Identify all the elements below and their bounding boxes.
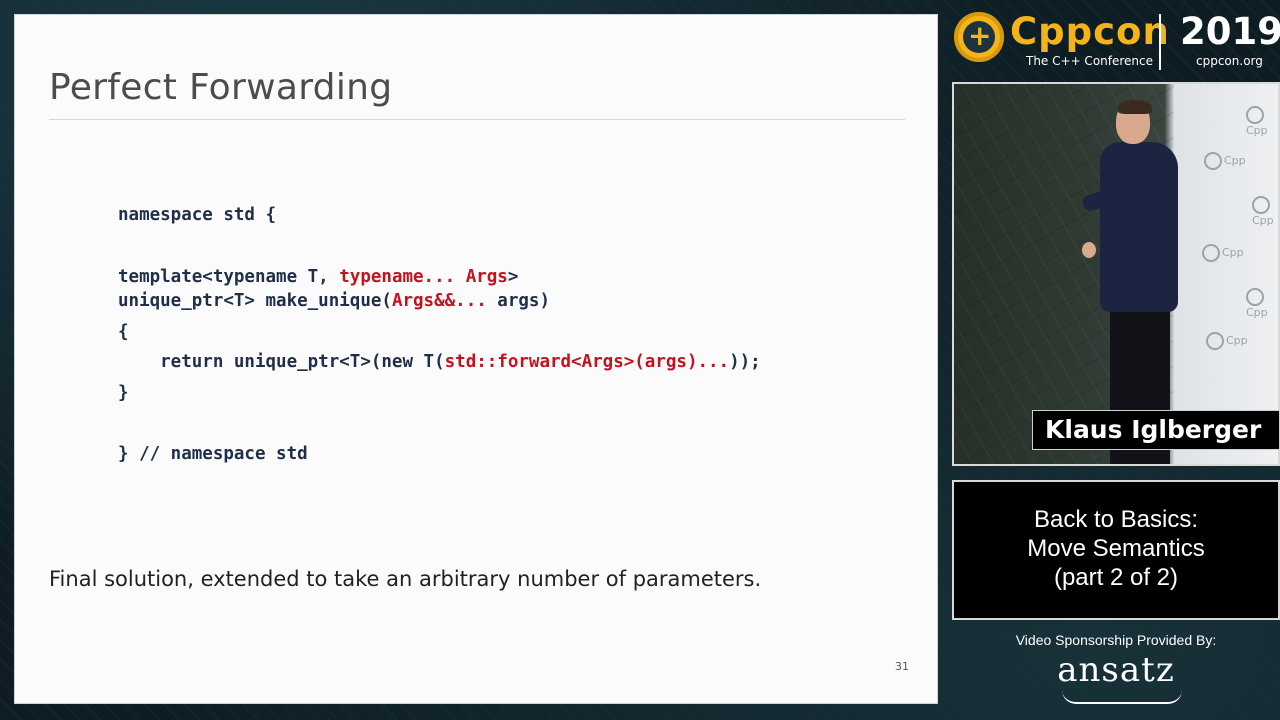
slide-caption: Final solution, extended to take an arbi… — [49, 567, 762, 591]
talk-title-line: Back to Basics: — [1033, 506, 1199, 533]
title-divider — [49, 119, 905, 120]
speaker-video: Cpp Cpp Cpp Cpp Cpp Cpp — [952, 82, 1280, 466]
code-text: )); — [729, 352, 761, 372]
code-text: template<typename T, — [118, 267, 340, 287]
code-highlight: std::forward<Args>(args)... — [444, 352, 730, 372]
conference-logo: + Cppcon The C++ Conference 2019 cppcon.… — [952, 8, 1280, 76]
code-text: namespace std { — [118, 205, 277, 225]
talk-title-line: Move Semantics — [1027, 535, 1205, 562]
code-line: namespace std { — [118, 205, 276, 225]
code-line: template<typename T, typename... Args> — [118, 267, 518, 287]
sponsor-swoosh-icon — [1062, 690, 1182, 704]
talk-title-line: (part 2 of 2) — [1053, 564, 1179, 591]
slide-page-number: 31 — [895, 660, 909, 673]
sponsor-label: Video Sponsorship Provided By: — [1015, 632, 1217, 648]
code-text: unique_ptr<T> make_unique( — [118, 291, 392, 311]
logo-subtitle: The C++ Conference — [1026, 54, 1154, 68]
talk-title-box: Back to Basics: Move Semantics (part 2 o… — [952, 480, 1280, 620]
logo-divider — [1159, 14, 1161, 70]
slide-title: Perfect Forwarding — [49, 67, 393, 108]
code-line: return unique_ptr<T>(new T(std::forward<… — [118, 352, 761, 372]
code-line: } // namespace std — [118, 444, 308, 464]
code-text: > — [507, 267, 519, 287]
presentation-slide: Perfect Forwarding namespace std { templa… — [14, 14, 938, 704]
wall-logo: Cpp — [1246, 106, 1278, 137]
code-text: } — [118, 383, 129, 403]
code-highlight: Args&&... — [391, 291, 487, 311]
conference-website: cppcon.org — [1196, 54, 1263, 68]
logo-name: Cppcon — [1010, 10, 1170, 53]
speaker-name-tag: Klaus Iglberger — [1032, 410, 1280, 450]
code-text: } // namespace std — [118, 444, 308, 464]
conference-year: 2019 — [1180, 10, 1280, 53]
code-line: } — [118, 383, 129, 403]
code-text: args) — [486, 291, 550, 311]
wall-logo: Cpp — [1246, 288, 1278, 319]
wall-logo: Cpp — [1252, 196, 1278, 227]
code-highlight: typename... Args — [339, 267, 508, 287]
code-line: { — [118, 322, 129, 342]
code-line: unique_ptr<T> make_unique(Args&&... args… — [118, 291, 550, 311]
sponsor-logo: ansatz — [1057, 650, 1175, 690]
code-text: { — [118, 322, 129, 342]
code-text: return unique_ptr<T>(new T( — [118, 352, 445, 372]
cppcon-emblem-icon: + — [954, 12, 1004, 62]
